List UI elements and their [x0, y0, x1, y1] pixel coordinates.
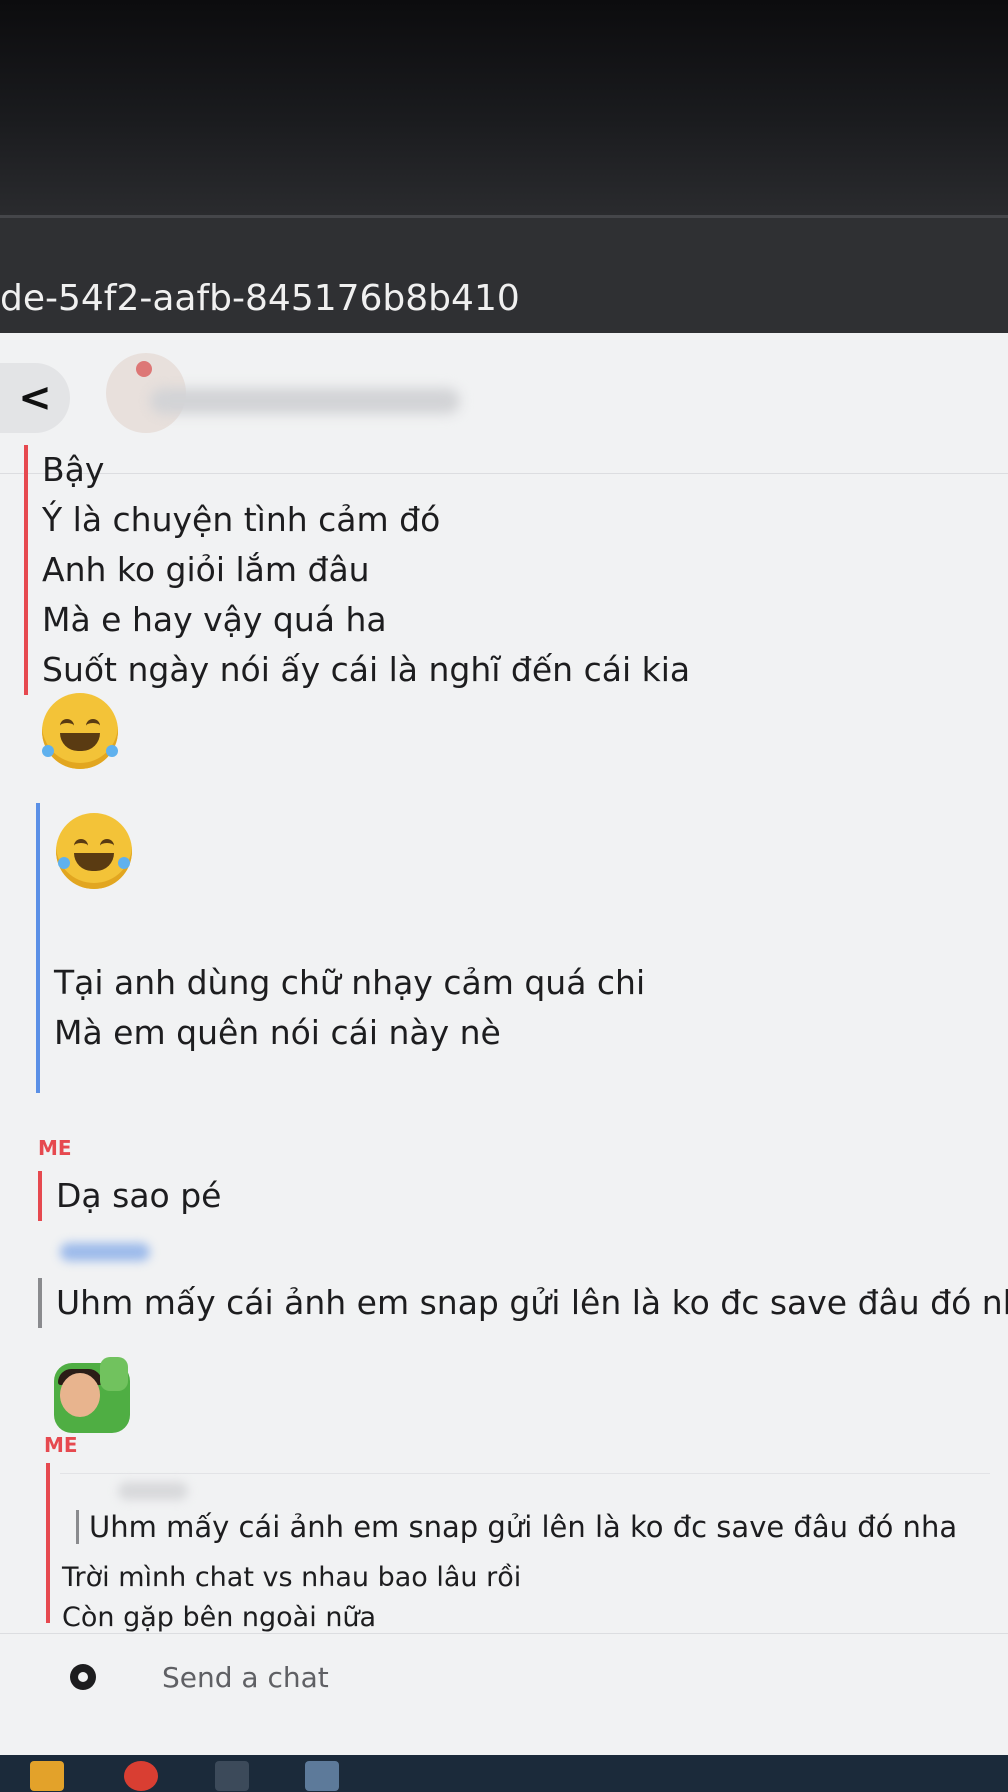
- app-icon[interactable]: [215, 1761, 249, 1791]
- message-text: Bậy: [42, 450, 105, 489]
- sender-label-me: ME: [44, 1433, 78, 1457]
- message-text: Uhm mấy cái ảnh em snap gửi lên là ko đc…: [56, 1283, 1008, 1322]
- browser-address-bar[interactable]: de-54f2-aafb-845176b8b410: [0, 215, 1008, 336]
- quoted-sender-redacted: [118, 1482, 188, 1500]
- quoted-message[interactable]: Uhm mấy cái ảnh em snap gửi lên là ko đc…: [60, 1473, 990, 1564]
- monitor-bezel: [0, 0, 1008, 215]
- browser-icon[interactable]: [124, 1761, 158, 1791]
- message-text: Dạ sao pé: [56, 1176, 222, 1215]
- back-button[interactable]: <: [0, 363, 70, 433]
- chat-input-bar: [0, 1633, 1008, 1714]
- message-group-divider: [46, 1463, 50, 1623]
- chat-input[interactable]: [160, 1654, 924, 1700]
- message-me-2: Trời mình chat vs nhau bao lâu rồi Còn g…: [62, 1558, 521, 1638]
- sender-label-friend-redacted: [60, 1243, 150, 1261]
- contact-name-redacted[interactable]: [150, 388, 460, 414]
- message-me: Dạ sao pé: [38, 1171, 221, 1221]
- camera-icon[interactable]: [70, 1664, 96, 1690]
- message-text: Ý là chuyện tình cảm đó: [42, 500, 441, 539]
- message-friend: Uhm mấy cái ảnh em snap gửi lên là ko đc…: [38, 1278, 1008, 1328]
- message-group-friend-2: Tại anh dùng chữ nhạy cảm quá chi Mà em …: [40, 958, 645, 1058]
- crying-laughing-bitmoji-icon[interactable]: [42, 693, 118, 769]
- folder-icon[interactable]: [30, 1761, 64, 1791]
- url-text[interactable]: de-54f2-aafb-845176b8b410: [0, 278, 520, 319]
- message-text: Trời mình chat vs nhau bao lâu rồi: [62, 1562, 522, 1593]
- message-text: Mà em quên nói cái này nè: [54, 1013, 501, 1052]
- message-text: Tại anh dùng chữ nhạy cảm quá chi: [54, 963, 646, 1002]
- quoted-message-text: Uhm mấy cái ảnh em snap gửi lên là ko đc…: [76, 1510, 957, 1544]
- message-text: Suốt ngày nói ấy cái là nghĩ đến cái kia: [42, 650, 691, 689]
- os-taskbar: [0, 1755, 1008, 1792]
- message-text: Anh ko giỏi lắm đâu: [42, 550, 370, 589]
- message-text: Mà e hay vậy quá ha: [42, 600, 387, 639]
- message-group-friend: Bậy Ý là chuyện tình cảm đó Anh ko giỏi …: [24, 445, 690, 695]
- thumbs-up-bitmoji-icon[interactable]: [54, 1357, 130, 1433]
- app-icon[interactable]: [305, 1761, 339, 1791]
- message-text: Còn gặp bên ngoài nữa: [62, 1602, 377, 1633]
- chat-window: < Bậy Ý là chuyện tình cảm đó Anh ko giỏ…: [0, 333, 1008, 1755]
- sender-label-me: ME: [38, 1136, 72, 1160]
- chevron-left-icon: <: [18, 375, 52, 421]
- rofl-emoji-icon[interactable]: [56, 813, 132, 889]
